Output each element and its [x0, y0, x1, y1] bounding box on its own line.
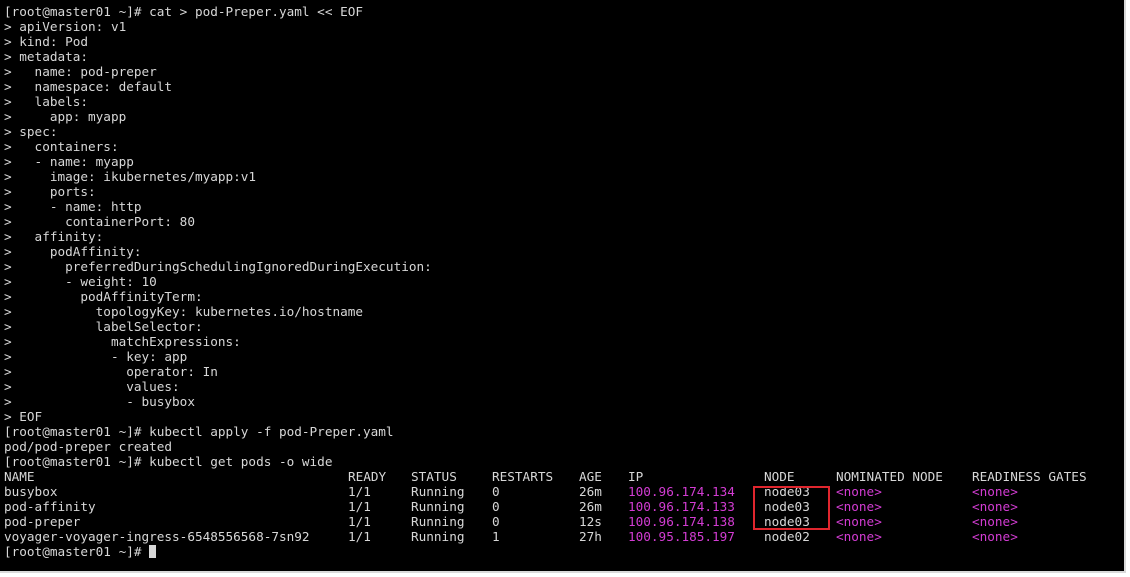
- terminal-line: [root@master01 ~]# cat > pod-Preper.yaml…: [4, 4, 364, 19]
- terminal-line: pod/pod-preper created: [4, 439, 173, 454]
- command-prompt-line[interactable]: [root@master01 ~]#: [4, 544, 1120, 559]
- pod-ready: 1/1: [348, 484, 371, 499]
- pod-nominated-node: <none>: [836, 514, 882, 529]
- pod-ready: 1/1: [348, 499, 371, 514]
- terminal-line: > spec:: [4, 124, 58, 139]
- pod-age: 12s: [579, 514, 602, 529]
- terminal-line: > - busybox: [4, 394, 195, 409]
- terminal-line: > preferredDuringSchedulingIgnoredDuring…: [4, 259, 432, 274]
- pod-name: pod-affinity: [4, 499, 96, 514]
- header-age: AGE: [579, 469, 602, 484]
- terminal-line: > - name: http: [4, 199, 142, 214]
- pod-restarts: 1: [492, 529, 500, 544]
- terminal-line: > metadata:: [4, 49, 89, 64]
- node-highlight-box: [753, 486, 830, 530]
- header-nominated-node: NOMINATED NODE: [836, 469, 943, 484]
- terminal-line: > operator: In: [4, 364, 218, 379]
- header-readiness-gates: READINESS GATES: [972, 469, 1087, 484]
- pod-name: voyager-voyager-ingress-6548556568-7sn92: [4, 529, 310, 544]
- table-row: busybox 1/1 Running 0 26m 100.96.174.134…: [4, 484, 1120, 499]
- terminal-line: > topologyKey: kubernetes.io/hostname: [4, 304, 364, 319]
- terminal-line: > labels:: [4, 94, 89, 109]
- terminal-line: > apiVersion: v1: [4, 19, 127, 34]
- table-row: voyager-voyager-ingress-6548556568-7sn92…: [4, 529, 1120, 544]
- terminal-line: > values:: [4, 379, 180, 394]
- pod-restarts: 0: [492, 484, 500, 499]
- text-cursor: [149, 545, 157, 558]
- terminal-line: > EOF: [4, 409, 43, 424]
- pod-ready: 1/1: [348, 514, 371, 529]
- terminal-line: > namespace: default: [4, 79, 173, 94]
- terminal-line: > app: myapp: [4, 109, 127, 124]
- pod-status: Running: [411, 514, 465, 529]
- terminal-line: > image: ikubernetes/myapp:v1: [4, 169, 257, 184]
- pod-status: Running: [411, 529, 465, 544]
- terminal-line: [root@master01 ~]# kubectl get pods -o w…: [4, 454, 333, 469]
- terminal-line: > - name: myapp: [4, 154, 134, 169]
- terminal-line: > affinity:: [4, 229, 104, 244]
- terminal-line: > - key: app: [4, 349, 188, 364]
- terminal-line: > - weight: 10: [4, 274, 157, 289]
- pod-status: Running: [411, 484, 465, 499]
- pod-nominated-node: <none>: [836, 484, 882, 499]
- pod-ip: 100.96.174.134: [628, 484, 735, 499]
- table-row: pod-preper 1/1 Running 0 12s 100.96.174.…: [4, 514, 1120, 529]
- terminal-line: > ports:: [4, 184, 96, 199]
- pod-ready: 1/1: [348, 529, 371, 544]
- terminal-line: > podAffinityTerm:: [4, 289, 203, 304]
- pod-node: node02: [764, 529, 810, 544]
- pod-name: busybox: [4, 484, 58, 499]
- terminal-line: > matchExpressions:: [4, 334, 241, 349]
- header-ready: READY: [348, 469, 387, 484]
- pod-status: Running: [411, 499, 465, 514]
- header-restarts: RESTARTS: [492, 469, 554, 484]
- pod-age: 26m: [579, 499, 602, 514]
- pod-readiness-gates: <none>: [972, 514, 1018, 529]
- header-name: NAME: [4, 469, 35, 484]
- pod-age: 27h: [579, 529, 602, 544]
- terminal-line: > podAffinity:: [4, 244, 142, 259]
- pod-ip: 100.96.174.138: [628, 514, 735, 529]
- terminal-line: > name: pod-preper: [4, 64, 157, 79]
- table-row: pod-affinity 1/1 Running 0 26m 100.96.17…: [4, 499, 1120, 514]
- terminal-line: > containerPort: 80: [4, 214, 195, 229]
- table-header-row: NAME READY STATUS RESTARTS AGE IP NODE N…: [4, 469, 1120, 484]
- terminal-line: > containers:: [4, 139, 119, 154]
- pod-readiness-gates: <none>: [972, 529, 1018, 544]
- pod-age: 26m: [579, 484, 602, 499]
- terminal-line: > kind: Pod: [4, 34, 89, 49]
- pod-nominated-node: <none>: [836, 529, 882, 544]
- pod-ip: 100.96.174.133: [628, 499, 735, 514]
- pod-restarts: 0: [492, 514, 500, 529]
- pod-name: pod-preper: [4, 514, 81, 529]
- terminal-line: > labelSelector:: [4, 319, 203, 334]
- terminal-line: [root@master01 ~]# kubectl apply -f pod-…: [4, 424, 394, 439]
- pod-restarts: 0: [492, 499, 500, 514]
- header-node: NODE: [764, 469, 795, 484]
- pod-ip: 100.95.185.197: [628, 529, 735, 544]
- pod-nominated-node: <none>: [836, 499, 882, 514]
- pod-readiness-gates: <none>: [972, 484, 1018, 499]
- header-status: STATUS: [411, 469, 457, 484]
- header-ip: IP: [628, 469, 644, 484]
- terminal-window[interactable]: [root@master01 ~]# cat > pod-Preper.yaml…: [0, 0, 1126, 573]
- terminal-output: [root@master01 ~]# cat > pod-Preper.yaml…: [4, 4, 1120, 559]
- pod-readiness-gates: <none>: [972, 499, 1018, 514]
